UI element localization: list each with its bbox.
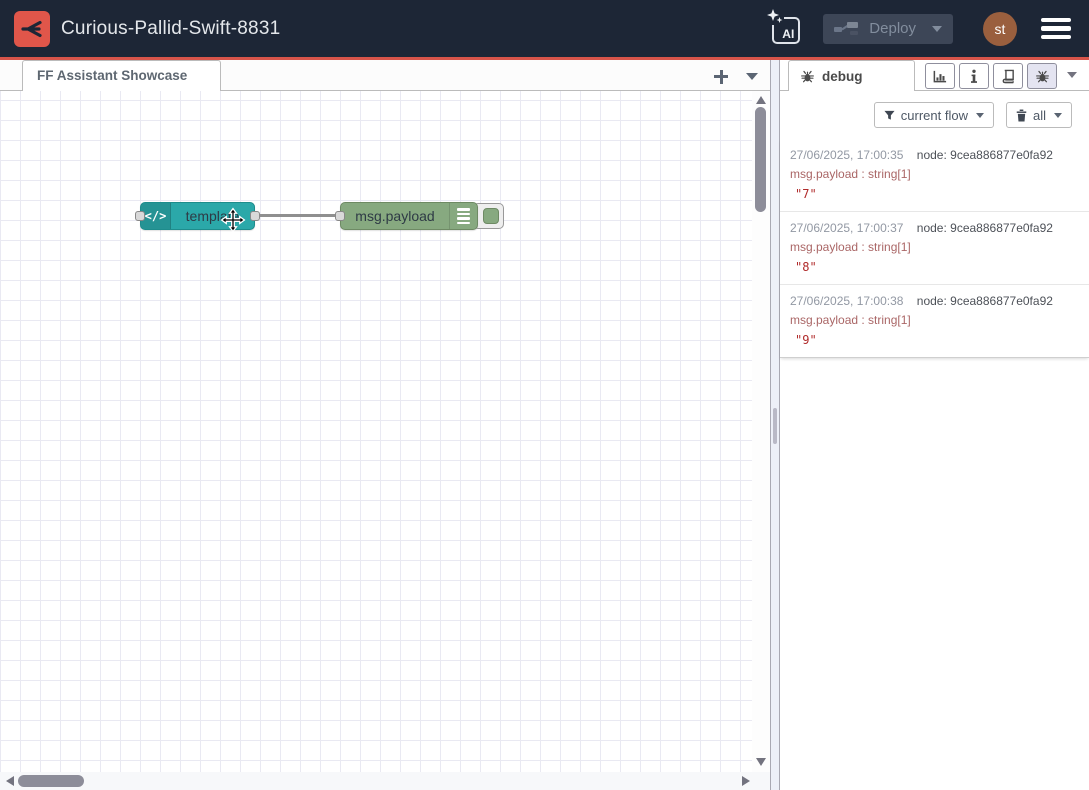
clear-caret-icon [1054,113,1062,118]
move-cursor-icon [220,207,246,233]
trash-icon [1016,109,1027,122]
main-menu-button[interactable] [1041,18,1071,40]
flow-canvas[interactable]: </> template msg.payload [0,91,752,772]
wire-template-to-debug[interactable] [255,214,341,217]
ai-assistant-button[interactable]: AI [769,13,801,45]
message-value[interactable]: "7" [795,187,1079,201]
sidebar-tab-debug[interactable]: debug [788,60,915,91]
splitter-grip[interactable] [773,408,777,444]
app-header: Curious-Pallid-Swift-8831 AI [0,0,1089,60]
debug-list-icon [449,203,477,229]
debug-message[interactable]: 27/06/2025, 17:00:38 node: 9cea886877e0f… [780,285,1089,357]
message-timestamp: 27/06/2025, 17:00:38 [790,294,903,308]
port-template-input[interactable] [135,211,145,221]
port-template-output[interactable] [250,211,260,221]
debug-message-list: 27/06/2025, 17:00:35 node: 9cea886877e0f… [780,139,1089,358]
add-flow-button[interactable] [712,68,730,86]
scroll-down-icon[interactable] [756,758,766,766]
debug-filter-button[interactable]: current flow [874,102,994,128]
deploy-caret-icon[interactable] [932,26,942,32]
scroll-up-icon[interactable] [756,96,766,104]
flow-tabstrip: FF Assistant Showcase [0,60,780,91]
horizontal-scroll-thumb[interactable] [18,775,84,787]
bug-icon [1035,69,1050,84]
message-property[interactable]: msg.payload : string[1] [790,240,1079,254]
message-property[interactable]: msg.payload : string[1] [790,167,1079,181]
message-timestamp: 27/06/2025, 17:00:37 [790,221,903,235]
message-property[interactable]: msg.payload : string[1] [790,313,1079,327]
port-debug-input[interactable] [335,211,345,221]
ai-label: AI [782,27,794,41]
flow-tab-active[interactable]: FF Assistant Showcase [22,60,221,91]
book-icon [1000,69,1016,84]
info-icon [970,69,978,84]
scroll-right-icon[interactable] [742,776,750,786]
project-title: Curious-Pallid-Swift-8831 [61,18,280,40]
sidebar-tabbar: debug [780,60,1089,91]
message-value[interactable]: "8" [795,260,1079,274]
debug-toolbar: current flow all [780,91,1089,139]
bug-icon [800,69,815,84]
node-debug[interactable]: msg.payload [340,202,478,230]
debug-message[interactable]: 27/06/2025, 17:00:37 node: 9cea886877e0f… [780,212,1089,285]
debug-sidebar-button[interactable] [1027,63,1057,89]
info-sidebar-button[interactable] [959,63,989,89]
deploy-button[interactable]: Deploy [823,14,953,44]
vertical-scroll-thumb[interactable] [755,107,766,212]
bar-chart-icon [932,69,948,84]
sidebar: debug [780,60,1089,790]
debug-message[interactable]: 27/06/2025, 17:00:35 node: 9cea886877e0f… [780,139,1089,212]
message-node-id[interactable]: node: 9cea886877e0fa92 [917,148,1053,162]
flow-list-caret-icon[interactable] [746,73,758,80]
debug-toggle-state [483,208,499,224]
vertical-scrollbar[interactable] [752,91,770,772]
node-debug-label: msg.payload [341,208,449,224]
message-node-id[interactable]: node: 9cea886877e0fa92 [917,294,1053,308]
deploy-icon [834,21,858,36]
node-red-editor: Curious-Pallid-Swift-8831 AI [0,0,1089,790]
sidebar-tabs-caret-icon[interactable] [1067,72,1077,78]
sidebar-tab-debug-label: debug [822,69,863,84]
dashboard-chart-button[interactable] [925,63,955,89]
deploy-label: Deploy [869,20,916,37]
flowfuse-logo-icon[interactable] [14,11,50,47]
sidebar-splitter[interactable] [770,60,780,790]
message-timestamp: 27/06/2025, 17:00:35 [790,148,903,162]
sparkle-icon [766,9,784,25]
help-book-button[interactable] [993,63,1023,89]
horizontal-scrollbar[interactable] [0,772,770,790]
filter-caret-icon [976,113,984,118]
template-icon: </> [141,203,171,229]
debug-clear-button[interactable]: all [1006,102,1072,128]
scroll-left-icon[interactable] [6,776,14,786]
filter-funnel-icon [884,110,895,121]
message-node-id[interactable]: node: 9cea886877e0fa92 [917,221,1053,235]
message-value[interactable]: "9" [795,333,1079,347]
user-avatar[interactable]: st [983,12,1017,46]
